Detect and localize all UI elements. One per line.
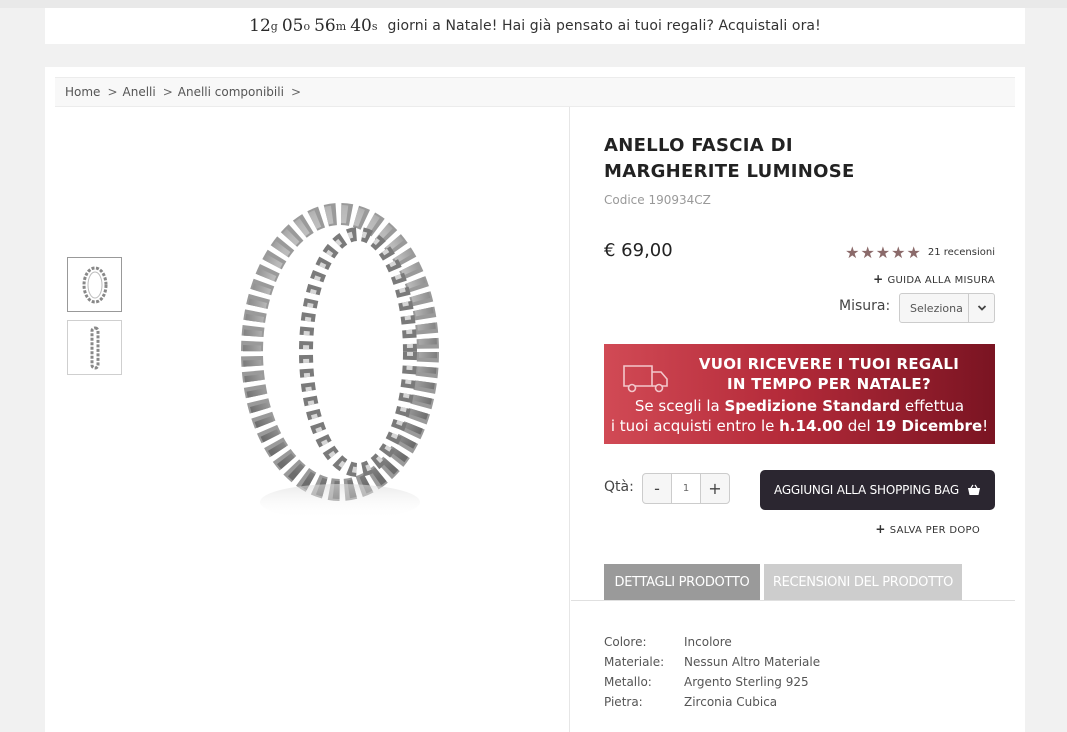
spec-key: Colore: <box>604 635 647 649</box>
product-specs: Colore: Incolore Materiale: Nessun Altro… <box>604 632 820 712</box>
tab-product-reviews[interactable]: RECENSIONI DEL PRODOTTO <box>764 564 962 601</box>
countdown-hours: 05 <box>281 16 304 36</box>
spec-row-materiale: Materiale: Nessun Altro Materiale <box>604 652 820 672</box>
top-strip <box>0 0 1067 8</box>
quantity-input[interactable]: 1 <box>671 474 701 503</box>
breadcrumb: Home > Anelli > Anelli componibili > <box>55 77 1015 107</box>
delivery-truck-icon <box>623 365 668 393</box>
product-card: Home > Anelli > Anelli componibili > ANE… <box>45 67 1025 732</box>
reviews-count-link[interactable]: 21 recensioni <box>928 247 995 258</box>
size-guide-link[interactable]: + GUIDA ALLA MISURA <box>873 272 995 286</box>
size-select-value: Seleziona <box>910 301 963 315</box>
breadcrumb-anelli-componibili[interactable]: Anelli componibili <box>178 85 284 99</box>
quantity-label: Qtà: <box>604 479 634 495</box>
rating-stars-icon: ★★★★★ <box>845 243 922 262</box>
ring-side-thumbnail-image <box>90 326 99 369</box>
thumbnail-front[interactable] <box>67 257 122 312</box>
size-label: Misura: <box>839 298 891 314</box>
countdown-seconds: 40 <box>350 16 372 36</box>
countdown-message[interactable]: giorni a Natale! Hai già pensato ai tuoi… <box>387 18 820 34</box>
spec-row-pietra: Pietra: Zirconia Cubica <box>604 692 820 712</box>
product-info: ANELLO FASCIA DI MARGHERITE LUMINOSE Cod… <box>571 107 1015 732</box>
product-code: Codice 190934CZ <box>604 193 711 207</box>
spec-value: Argento Sterling 925 <box>684 675 809 689</box>
tab-product-details[interactable]: DETTAGLI PRODOTTO <box>604 564 760 601</box>
thumbnail-side[interactable] <box>67 320 122 375</box>
breadcrumb-anelli[interactable]: Anelli <box>123 85 156 99</box>
countdown-minutes: 56 <box>314 16 336 36</box>
spec-value: Zirconia Cubica <box>684 695 778 709</box>
product-gallery <box>55 107 570 732</box>
breadcrumb-separator: > <box>162 85 173 99</box>
product-rating[interactable]: ★★★★★ 21 recensioni <box>845 243 995 262</box>
add-to-bag-label: AGGIUNGI ALLA SHOPPING BAG <box>774 483 959 497</box>
spec-key: Materiale: <box>604 655 665 669</box>
shopping-basket-icon <box>967 484 980 495</box>
tabs-divider <box>571 600 1015 601</box>
product-title: ANELLO FASCIA DI MARGHERITE LUMINOSE <box>604 135 855 182</box>
countdown-seconds-unit: s <box>371 19 378 33</box>
spec-value: Incolore <box>684 635 732 649</box>
add-to-bag-button[interactable]: AGGIUNGI ALLA SHOPPING BAG <box>760 470 995 510</box>
spec-row-colore: Colore: Incolore <box>604 632 820 652</box>
plus-icon: + <box>875 522 886 536</box>
countdown-days-unit: g <box>270 19 278 33</box>
product-main-image[interactable] <box>230 202 450 532</box>
promo-text-2: i tuoi acquisti entro le h.14.00 del 19 … <box>610 417 989 435</box>
breadcrumb-separator: > <box>290 85 301 99</box>
chevron-down-icon[interactable] <box>968 294 994 322</box>
promo-headline-2: IN TEMPO PER NATALE? <box>727 375 931 393</box>
countdown-minutes-unit: m <box>335 19 347 33</box>
quantity-decrease-button[interactable]: - <box>643 474 671 503</box>
christmas-countdown-bar[interactable]: 12 g 05 o 56 m 40 s giorni a Natale! Hai già… <box>45 8 1025 44</box>
promo-headline-1: VUOI RICEVERE I TUOI REGALI <box>698 355 960 373</box>
quantity-increase-button[interactable]: + <box>701 474 729 503</box>
quantity-stepper: - 1 + <box>642 473 730 504</box>
spec-key: Metallo: <box>604 675 652 689</box>
breadcrumb-home[interactable]: Home <box>65 85 100 99</box>
ring-thumbnail-image <box>82 266 107 303</box>
promo-text-1: Se scegli la Spedizione Standard effettu… <box>634 397 965 415</box>
plus-icon: + <box>873 272 884 286</box>
spec-value: Nessun Altro Materiale <box>684 655 821 669</box>
size-guide-label: GUIDA ALLA MISURA <box>887 275 995 286</box>
countdown-hours-unit: o <box>303 19 311 33</box>
save-for-later-link[interactable]: + SALVA PER DOPO <box>875 522 980 536</box>
size-select[interactable]: Seleziona <box>899 293 995 323</box>
product-price: € 69,00 <box>604 240 673 261</box>
spec-key: Pietra: <box>604 695 643 709</box>
christmas-shipping-banner[interactable]: VUOI RICEVERE I TUOI REGALI IN TEMPO PER… <box>604 344 995 444</box>
spec-row-metallo: Metallo: Argento Sterling 925 <box>604 672 820 692</box>
save-for-later-label: SALVA PER DOPO <box>889 525 980 536</box>
breadcrumb-separator: > <box>107 85 118 99</box>
countdown-days: 12 <box>249 16 271 36</box>
